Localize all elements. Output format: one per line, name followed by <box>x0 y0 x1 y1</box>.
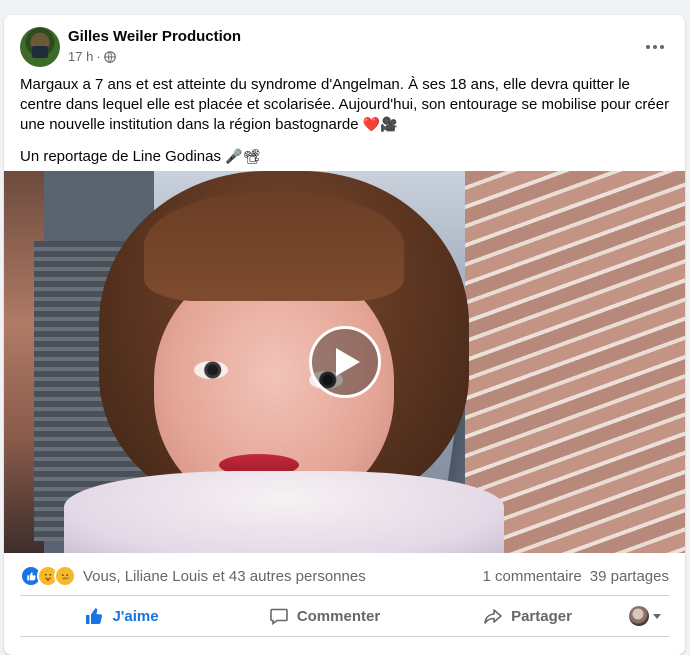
post-stats: 1 commentaire 39 partages <box>483 568 669 585</box>
shares-count[interactable]: 39 partages <box>590 568 669 585</box>
reaction-icons[interactable] <box>20 565 76 587</box>
post-paragraph-2: Un reportage de Line Godinas 🎤📽 <box>20 147 670 167</box>
more-options-button[interactable] <box>637 29 673 65</box>
author-name[interactable]: Gilles Weiler Production <box>68 28 241 45</box>
thumbs-up-icon <box>86 608 103 624</box>
comments-count[interactable]: 1 commentaire <box>483 568 582 585</box>
post-meta: 17 h · <box>68 49 116 64</box>
comment-button[interactable]: Commenter <box>223 599 426 633</box>
heart-camera-emoji: ❤️🎥 <box>362 117 398 133</box>
play-button[interactable] <box>309 326 381 398</box>
share-icon <box>484 609 502 624</box>
sad-reaction-icon <box>54 565 76 587</box>
avatar-badge <box>32 46 48 58</box>
video-thumbnail[interactable] <box>4 171 685 553</box>
post-paragraph-2-text: Un reportage de Line Godinas <box>20 148 221 165</box>
like-button[interactable]: J'aime <box>20 599 223 633</box>
microphone-camera-emoji: 🎤📽 <box>225 149 261 165</box>
share-button[interactable]: Partager <box>426 599 629 633</box>
post-text: Margaux a 7 ans et est atteinte du syndr… <box>20 75 670 179</box>
post-card: Gilles Weiler Production 17 h · Margaux … <box>4 15 685 655</box>
post-timestamp[interactable]: 17 h <box>68 49 93 64</box>
profile-avatar <box>629 606 649 626</box>
play-icon <box>336 348 360 376</box>
like-label: J'aime <box>112 607 159 625</box>
post-paragraph-1: Margaux a 7 ans et est atteinte du syndr… <box>20 75 670 135</box>
thumbnail-girl-eye-left <box>194 361 228 379</box>
divider-bottom <box>20 636 669 637</box>
post-as-profile-selector[interactable] <box>629 606 669 626</box>
thumbnail-girl-bangs <box>144 191 404 301</box>
reaction-names[interactable]: Vous, Liliane Louis et 43 autres personn… <box>83 568 366 585</box>
post-actions: J'aime Commenter Partager <box>20 599 669 633</box>
more-icon <box>646 45 664 49</box>
meta-separator: · <box>96 49 101 64</box>
post-paragraph-1-text: Margaux a 7 ans et est atteinte du syndr… <box>20 76 670 133</box>
divider-top <box>20 595 669 596</box>
share-label: Partager <box>511 607 572 625</box>
thumbnail-girl-shirt <box>64 471 504 553</box>
post-header: Gilles Weiler Production 17 h · <box>20 27 669 69</box>
globe-icon[interactable] <box>103 50 116 63</box>
comment-label: Commenter <box>296 607 381 625</box>
author-avatar[interactable] <box>20 27 60 67</box>
reactions-summary: Vous, Liliane Louis et 43 autres personn… <box>20 561 669 591</box>
chevron-down-icon <box>653 613 661 619</box>
thumbnail-bricks <box>465 171 685 553</box>
comment-icon <box>270 608 288 626</box>
